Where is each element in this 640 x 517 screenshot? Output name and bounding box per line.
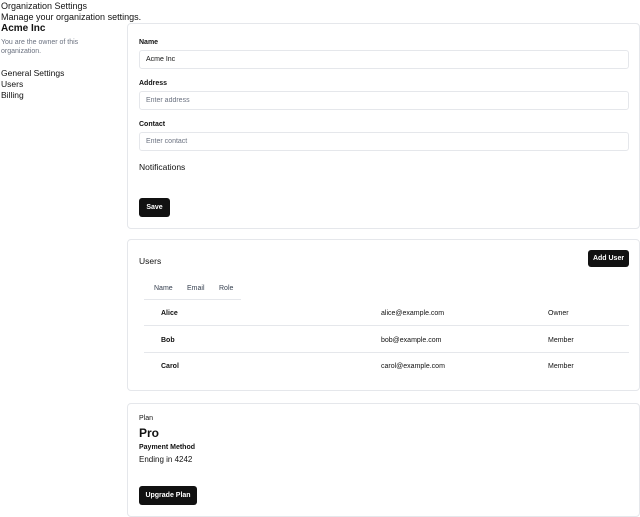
contact-label: Contact — [139, 121, 166, 128]
user-name: Bob — [161, 337, 175, 344]
user-email: bob@example.com — [381, 337, 442, 344]
user-email: carol@example.com — [381, 363, 445, 370]
save-button[interactable]: Save — [139, 198, 170, 217]
table-row[interactable]: Carol carol@example.com Member — [144, 353, 629, 379]
billing-card: Plan Pro Payment Method Ending in 4242 U… — [127, 403, 640, 517]
org-name: Acme Inc — [1, 23, 46, 34]
notifications-label: Notifications — [139, 162, 186, 172]
user-role: Member — [548, 363, 574, 370]
user-name: Carol — [161, 363, 179, 370]
sidebar-nav: General Settings Users Billing — [1, 68, 64, 101]
column-header-role[interactable]: Role — [219, 284, 233, 293]
user-role: Member — [548, 337, 574, 344]
page-subtitle: Manage your organization settings. — [1, 12, 142, 22]
address-field[interactable] — [139, 91, 629, 110]
user-name: Alice — [161, 310, 178, 317]
contact-field[interactable] — [139, 132, 629, 151]
user-email: alice@example.com — [381, 310, 445, 317]
add-user-button[interactable]: Add User — [588, 250, 629, 267]
table-row[interactable]: Alice alice@example.com Owner — [144, 300, 629, 326]
users-table-header: Name Email Role — [144, 280, 241, 300]
users-title: Users — [139, 256, 162, 266]
column-header-name[interactable]: Name — [154, 284, 173, 293]
general-settings-card: Name Address Contact Notifications Save — [127, 23, 640, 229]
name-label: Name — [139, 39, 159, 46]
table-row[interactable]: Bob bob@example.com Member — [144, 327, 629, 353]
sidebar-item-billing[interactable]: Billing — [1, 90, 64, 101]
sidebar-item-general-settings[interactable]: General Settings — [1, 68, 64, 79]
address-label: Address — [139, 80, 168, 87]
upgrade-plan-button[interactable]: Upgrade Plan — [139, 486, 197, 505]
plan-label: Plan — [139, 415, 154, 422]
user-role: Owner — [548, 310, 569, 317]
owner-note: You are the owner of this organization. — [1, 39, 79, 55]
payment-method-value: Ending in 4242 — [139, 455, 193, 464]
name-field[interactable] — [139, 50, 629, 69]
column-header-email[interactable]: Email — [187, 284, 205, 293]
page-title: Organization Settings — [1, 1, 88, 11]
users-card: Users Add User Name Email Role Alice ali… — [127, 239, 640, 391]
payment-method-label: Payment Method — [139, 444, 196, 451]
plan-name: Pro — [139, 426, 160, 440]
sidebar-item-users[interactable]: Users — [1, 79, 64, 90]
